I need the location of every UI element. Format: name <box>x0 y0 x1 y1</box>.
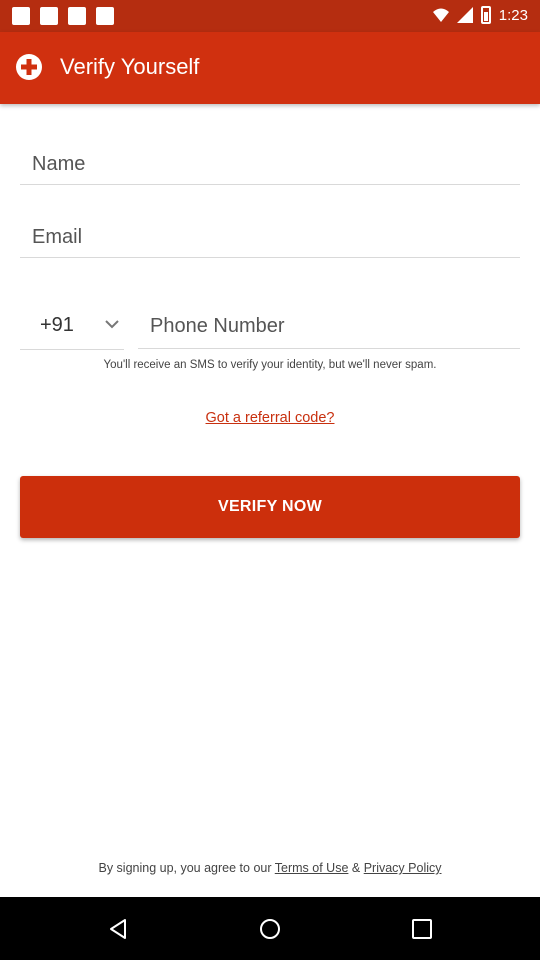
wifi-icon <box>432 8 449 22</box>
notification-icon <box>68 7 86 25</box>
signal-icon <box>456 7 473 23</box>
sms-note: You'll receive an SMS to verify your ide… <box>103 359 437 371</box>
phone-field <box>138 304 520 349</box>
app-bar: Verify Yourself <box>0 32 540 104</box>
notification-icon <box>96 7 114 25</box>
plus-cross-icon <box>16 54 42 80</box>
terms-of-use-link[interactable]: Terms of Use <box>275 861 349 875</box>
navigation-bar <box>0 897 540 960</box>
email-input[interactable] <box>20 217 520 257</box>
name-input[interactable] <box>20 144 520 184</box>
notification-icon <box>40 7 58 25</box>
country-code-value: +91 <box>40 314 74 336</box>
chevron-down-icon <box>105 320 119 329</box>
system-icons: 1:23 <box>432 6 528 24</box>
verify-now-button[interactable]: VERIFY NOW <box>20 476 520 538</box>
page-title: Verify Yourself <box>60 54 200 79</box>
country-code-select[interactable]: +91 <box>20 302 124 350</box>
status-time: 1:23 <box>498 6 528 24</box>
name-field <box>20 144 520 185</box>
terms-amp: & <box>348 861 364 875</box>
phone-input[interactable] <box>138 304 520 348</box>
notification-icons <box>12 7 114 25</box>
back-triangle-icon[interactable] <box>106 917 130 941</box>
status-bar: 1:23 <box>0 0 540 32</box>
referral-link[interactable]: Got a referral code? <box>0 410 540 426</box>
terms-prefix: By signing up, you agree to our <box>98 861 275 875</box>
email-field <box>20 217 520 258</box>
privacy-policy-link[interactable]: Privacy Policy <box>364 861 442 875</box>
notification-icon <box>12 7 30 25</box>
terms-text: By signing up, you agree to our Terms of… <box>0 861 540 875</box>
battery-icon <box>480 6 491 24</box>
home-circle-icon[interactable] <box>258 917 282 941</box>
recent-square-icon[interactable] <box>410 917 434 941</box>
